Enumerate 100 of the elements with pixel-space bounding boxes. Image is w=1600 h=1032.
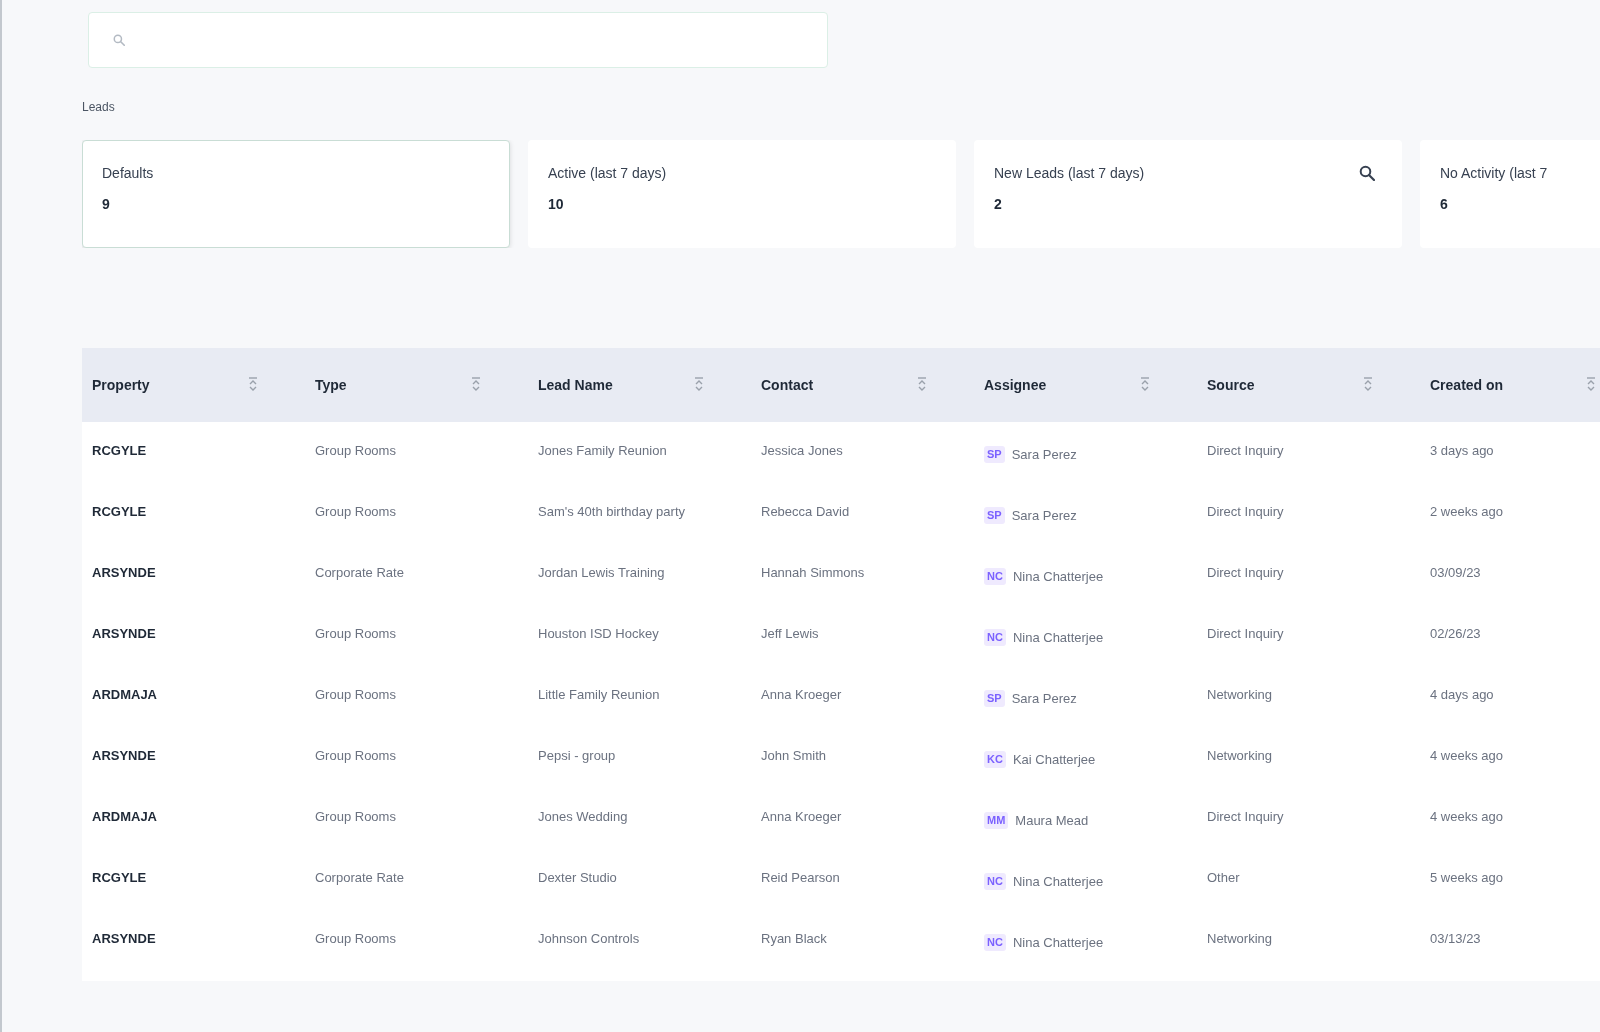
table-cell: ARSYNDE bbox=[92, 748, 156, 764]
sort-icon[interactable] bbox=[694, 377, 704, 393]
table-cell: 03/09/23 bbox=[1430, 565, 1481, 581]
table-cell: ARSYNDE bbox=[92, 931, 156, 947]
card-count: 9 bbox=[102, 196, 110, 213]
filter-card[interactable]: No Activity (last 7 6 bbox=[1420, 140, 1600, 248]
column-header: Assignee bbox=[984, 377, 1047, 393]
table-cell: 2 weeks ago bbox=[1430, 504, 1503, 520]
card-label: New Leads (last 7 days) bbox=[994, 165, 1145, 182]
initials-avatar: MM bbox=[984, 812, 1009, 829]
table-cell: Johnson Controls bbox=[538, 931, 640, 947]
filter-card[interactable]: Active (last 7 days) 10 bbox=[528, 140, 956, 248]
table-cell: Group Rooms bbox=[315, 931, 396, 947]
table-cell: Corporate Rate bbox=[315, 565, 404, 581]
table-cell: Direct Inquiry bbox=[1207, 504, 1284, 520]
table-cell: Networking bbox=[1207, 687, 1273, 703]
table-cell: Jessica Jones bbox=[761, 443, 843, 459]
table-cell: Anna Kroeger bbox=[761, 687, 842, 703]
table-cell: Direct Inquiry bbox=[1207, 443, 1284, 459]
sort-icon[interactable] bbox=[1363, 377, 1373, 393]
table-cell: Hannah Simmons bbox=[761, 565, 865, 581]
sort-icon[interactable] bbox=[471, 377, 481, 393]
table-cell: Jeff Lewis bbox=[761, 626, 819, 642]
assignee-name: Sara Perez bbox=[1011, 507, 1077, 524]
table-cell: Group Rooms bbox=[315, 748, 396, 764]
table-cell: Pepsi - group bbox=[538, 748, 616, 764]
initials-avatar: SP bbox=[984, 690, 1005, 707]
table-cell: Networking bbox=[1207, 931, 1273, 947]
card-label: No Activity (last 7 bbox=[1440, 165, 1548, 182]
card-count: 2 bbox=[994, 196, 1002, 213]
table-cell: 4 weeks ago bbox=[1430, 748, 1503, 764]
table-cell: Other bbox=[1207, 870, 1240, 886]
sort-icon[interactable] bbox=[1140, 377, 1150, 393]
sort-icon[interactable] bbox=[248, 377, 258, 393]
table-cell: RCGYLE bbox=[92, 504, 147, 520]
sort-icon[interactable] bbox=[917, 377, 927, 393]
table-cell: ARDMAJA bbox=[92, 687, 157, 703]
filter-card[interactable]: Defaults 9 bbox=[82, 140, 510, 248]
initials-avatar: NC bbox=[984, 934, 1006, 951]
table-cell: Group Rooms bbox=[315, 504, 396, 520]
initials-avatar: KC bbox=[984, 751, 1006, 768]
table-cell: Group Rooms bbox=[315, 687, 396, 703]
table-cell: 3 days ago bbox=[1430, 443, 1494, 459]
table-cell: 5 weeks ago bbox=[1430, 870, 1503, 886]
initials-avatar: SP bbox=[984, 446, 1005, 463]
table-cell: Networking bbox=[1207, 748, 1273, 764]
table-cell: Reid Pearson bbox=[761, 870, 840, 886]
assignee-name: Nina Chatterjee bbox=[1012, 934, 1104, 951]
card-label: Active (last 7 days) bbox=[548, 165, 667, 182]
assignee-name: Sara Perez bbox=[1011, 690, 1077, 707]
sort-icon[interactable] bbox=[1586, 377, 1596, 393]
table-cell: Direct Inquiry bbox=[1207, 626, 1284, 642]
section-label: Leads bbox=[82, 100, 115, 114]
table-cell: Ryan Black bbox=[761, 931, 827, 947]
filter-card[interactable]: New Leads (last 7 days) 2 bbox=[974, 140, 1402, 248]
table-cell: Direct Inquiry bbox=[1207, 565, 1284, 581]
column-header: Property bbox=[92, 377, 150, 393]
initials-avatar: NC bbox=[984, 568, 1006, 585]
table-cell: 4 weeks ago bbox=[1430, 809, 1503, 825]
table-cell: 4 days ago bbox=[1430, 687, 1494, 703]
search-icon bbox=[113, 34, 125, 46]
search-icon bbox=[1359, 165, 1375, 181]
table-cell: Direct Inquiry bbox=[1207, 809, 1284, 825]
table-cell: Jordan Lewis Training bbox=[538, 565, 665, 581]
card-count: 10 bbox=[548, 196, 564, 213]
card-label: Defaults bbox=[102, 165, 154, 182]
table-cell: Houston ISD Hockey bbox=[538, 626, 659, 642]
column-header: Type bbox=[315, 377, 347, 393]
table-cell: ARDMAJA bbox=[92, 809, 157, 825]
table-cell: Group Rooms bbox=[315, 809, 396, 825]
table-cell: ARSYNDE bbox=[92, 626, 156, 642]
column-header: Lead Name bbox=[538, 377, 613, 393]
assignee-name: Nina Chatterjee bbox=[1012, 873, 1104, 890]
table-cell: RCGYLE bbox=[92, 443, 147, 459]
table-cell: RCGYLE bbox=[92, 870, 147, 886]
table-cell: Group Rooms bbox=[315, 626, 396, 642]
column-header: Created on bbox=[1430, 377, 1504, 393]
card-count: 6 bbox=[1440, 196, 1448, 213]
initials-avatar: NC bbox=[984, 629, 1006, 646]
assignee-name: Sara Perez bbox=[1011, 446, 1077, 463]
table-cell: Anna Kroeger bbox=[761, 809, 842, 825]
assignee-name: Kai Chatterjee bbox=[1012, 751, 1096, 768]
table-cell: Group Rooms bbox=[315, 443, 396, 459]
table-cell: Rebecca David bbox=[761, 504, 850, 520]
search-field[interactable] bbox=[88, 12, 828, 68]
initials-avatar: SP bbox=[984, 507, 1005, 524]
table-cell: John Smith bbox=[761, 748, 827, 764]
assignee-name: Maura Mead bbox=[1015, 812, 1089, 829]
table-cell: Little Family Reunion bbox=[538, 687, 660, 703]
table-cell: Dexter Studio bbox=[538, 870, 617, 886]
table-cell: 02/26/23 bbox=[1430, 626, 1481, 642]
table-cell: 03/13/23 bbox=[1430, 931, 1481, 947]
column-header: Contact bbox=[761, 377, 814, 393]
assignee-name: Nina Chatterjee bbox=[1012, 568, 1104, 585]
column-header: Source bbox=[1207, 377, 1255, 393]
table-cell: Sam's 40th birthday party bbox=[538, 504, 685, 520]
table-cell: Corporate Rate bbox=[315, 870, 404, 886]
table-cell: Jones Family Reunion bbox=[538, 443, 667, 459]
table-cell: Jones Wedding bbox=[538, 809, 628, 825]
table-cell: ARSYNDE bbox=[92, 565, 156, 581]
